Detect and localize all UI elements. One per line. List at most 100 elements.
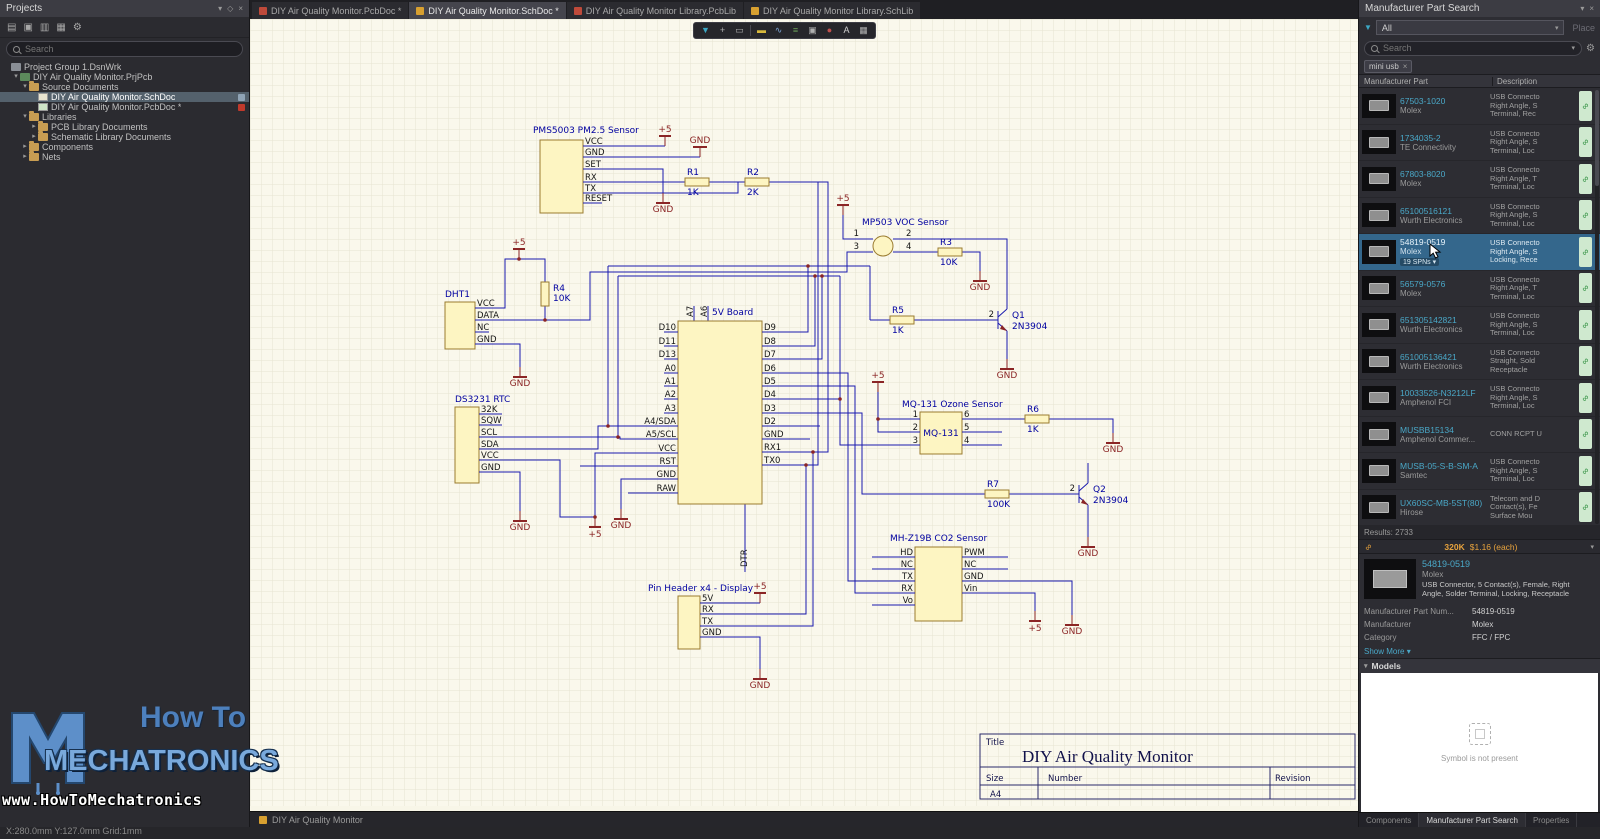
wire-tool-icon[interactable]: ∿ xyxy=(772,23,785,38)
datasheet-link[interactable]: ∞ xyxy=(1579,419,1592,449)
datasheet-link[interactable]: ∞ xyxy=(1579,456,1592,486)
tree-item[interactable]: ▸Schematic Library Documents xyxy=(0,132,249,142)
schematic-editor[interactable]: ▼+▭▬∿≡▣●A▦ PMS5003 PM2.5 SensorVCCGNDSET… xyxy=(250,19,1358,811)
place-button[interactable]: Place xyxy=(1572,23,1595,33)
svg-text:VCC: VCC xyxy=(481,451,499,461)
part-row[interactable]: 651005136421Wurth ElectronicsUSB Connect… xyxy=(1359,344,1600,381)
datasheet-link[interactable]: ∞ xyxy=(1579,200,1592,230)
bus-tool-icon[interactable]: ≡ xyxy=(789,23,802,38)
datasheet-link[interactable]: ∞ xyxy=(1579,346,1592,376)
detail-part-number[interactable]: 54819-0519 xyxy=(1422,559,1572,569)
close-icon[interactable]: × xyxy=(1589,4,1594,13)
field-label: Category xyxy=(1364,633,1472,642)
tree-item[interactable]: ▸Nets xyxy=(0,152,249,162)
tree-item[interactable]: Project Group 1.DsnWrk xyxy=(0,62,249,72)
tree-expand-icon[interactable]: ▾ xyxy=(12,72,20,82)
pin-icon[interactable]: ◇ xyxy=(227,4,233,13)
panel-menu-icon[interactable]: ▾ xyxy=(218,4,222,13)
grid-icon[interactable]: ▦ xyxy=(857,23,870,38)
datasheet-link[interactable]: ∞ xyxy=(1579,164,1592,194)
remove-tag-icon[interactable]: × xyxy=(1403,62,1408,71)
open-document-icon[interactable]: ▣ xyxy=(23,22,32,33)
link-icon: ∞ xyxy=(1580,501,1592,513)
part-row[interactable]: 56579-0576MolexUSB ConnectoRight Angle, … xyxy=(1359,271,1600,308)
show-more-link[interactable]: Show More ▾ xyxy=(1359,645,1600,658)
save-icon[interactable]: ▥ xyxy=(40,22,49,33)
search-tag-chip[interactable]: mini usb × xyxy=(1364,60,1412,73)
part-row[interactable]: 1734035-2TE ConnectivityUSB ConnectoRigh… xyxy=(1359,125,1600,162)
part-row[interactable]: MUSB-05-S-B-SM-ASamtecUSB ConnectoRight … xyxy=(1359,453,1600,490)
document-tab[interactable]: DIY Air Quality Monitor Library.SchLib xyxy=(744,2,920,19)
selection-filter-icon[interactable]: ▼ xyxy=(699,23,712,38)
datasheet-link[interactable]: ∞ xyxy=(1579,237,1592,267)
part-row[interactable]: UX60SC-MB-5ST(80)HiroseTelecom and DCont… xyxy=(1359,490,1600,527)
panel-tab-components[interactable]: Components xyxy=(1359,813,1419,827)
new-document-icon[interactable]: ▤ xyxy=(7,22,16,33)
schematic-canvas[interactable]: PMS5003 PM2.5 SensorVCCGNDSETRXTXRESETDH… xyxy=(250,19,1358,806)
settings-icon[interactable]: ⚙ xyxy=(73,22,82,33)
panel-tab-properties[interactable]: Properties xyxy=(1526,813,1577,827)
net-label-icon[interactable]: ▣ xyxy=(806,23,819,38)
part-search-input[interactable] xyxy=(1383,43,1567,53)
svg-text:GND: GND xyxy=(611,521,632,531)
tree-expand-icon[interactable]: ▸ xyxy=(21,152,29,162)
text-tool-icon[interactable]: A xyxy=(840,23,853,38)
document-tab[interactable]: DIY Air Quality Monitor Library.PcbLib xyxy=(567,2,743,19)
area-select-icon[interactable]: ▭ xyxy=(733,23,746,38)
tree-item[interactable]: ▾DIY Air Quality Monitor.PrjPcb xyxy=(0,72,249,82)
part-row[interactable]: MUSBB15134Amphenol Commer...CONN RCPT U∞ xyxy=(1359,417,1600,454)
tree-expand-icon[interactable]: ▸ xyxy=(30,122,38,132)
move-tool-icon[interactable]: + xyxy=(716,23,729,38)
part-row[interactable]: 65100516121Wurth ElectronicsUSB Connecto… xyxy=(1359,198,1600,235)
svg-text:DS3231 RTC: DS3231 RTC xyxy=(455,395,510,405)
tree-expand-icon[interactable]: ▾ xyxy=(21,82,29,92)
part-row[interactable]: 651305142821Wurth ElectronicsUSB Connect… xyxy=(1359,307,1600,344)
price-bar[interactable]: ∞ 320K $1.16 (each) ▾ xyxy=(1359,539,1600,554)
tree-expand-icon[interactable]: ▾ xyxy=(21,112,29,122)
tree-expand-icon[interactable]: ▸ xyxy=(21,142,29,152)
folder-icon xyxy=(29,83,39,91)
part-row[interactable]: 10033526-N3212LFAmphenol FCIUSB Connecto… xyxy=(1359,380,1600,417)
svg-text:1K: 1K xyxy=(892,326,905,336)
datasheet-link[interactable]: ∞ xyxy=(1579,492,1592,522)
filter-icon[interactable]: ▼ xyxy=(1364,23,1372,32)
datasheet-link[interactable]: ∞ xyxy=(1579,91,1592,121)
datasheet-link[interactable]: ∞ xyxy=(1579,273,1592,303)
svg-text:R4: R4 xyxy=(553,284,565,294)
scrollbar-thumb[interactable] xyxy=(1595,90,1599,186)
detail-field: ManufacturerMolex xyxy=(1364,618,1595,631)
column-description[interactable]: Description xyxy=(1492,77,1600,86)
tree-item[interactable]: DIY Air Quality Monitor.SchDoc xyxy=(0,92,249,102)
link-icon: ∞ xyxy=(1580,465,1592,477)
projects-search-box[interactable] xyxy=(6,41,243,57)
tree-item[interactable]: ▸Components xyxy=(0,142,249,152)
copy-icon[interactable]: ▦ xyxy=(56,22,65,33)
highlight-tool-icon[interactable]: ▬ xyxy=(755,23,768,38)
close-icon[interactable]: × xyxy=(238,4,243,13)
gear-icon[interactable]: ⚙ xyxy=(1586,43,1595,54)
part-row[interactable]: 67503-1020MolexUSB ConnectoRight Angle, … xyxy=(1359,88,1600,125)
panel-tab-manufacturer-part-search[interactable]: Manufacturer Part Search xyxy=(1419,813,1526,827)
part-row[interactable]: 54819-0519Molex19 SPNs ▾USB ConnectoRigh… xyxy=(1359,234,1600,271)
tree-item[interactable]: ▾Source Documents xyxy=(0,82,249,92)
category-dropdown[interactable]: All ▾ xyxy=(1376,20,1565,35)
projects-search-input[interactable] xyxy=(25,44,236,54)
datasheet-link[interactable]: ∞ xyxy=(1579,310,1592,340)
no-erc-icon[interactable]: ● xyxy=(823,23,836,38)
datasheet-link[interactable]: ∞ xyxy=(1579,127,1592,157)
document-tab[interactable]: DIY Air Quality Monitor.PcbDoc * xyxy=(252,2,408,19)
spn-count-badge[interactable]: 19 SPNs ▾ xyxy=(1400,258,1439,266)
tree-item[interactable]: DIY Air Quality Monitor.PcbDoc * xyxy=(0,102,249,112)
scrollbar[interactable] xyxy=(1595,90,1599,524)
document-tab[interactable]: DIY Air Quality Monitor.SchDoc * xyxy=(409,2,565,19)
datasheet-link[interactable]: ∞ xyxy=(1579,383,1592,413)
svg-text:GND: GND xyxy=(510,379,531,389)
part-row[interactable]: 67803-8020MolexUSB ConnectoRight Angle, … xyxy=(1359,161,1600,198)
part-search-box[interactable]: ▾ xyxy=(1364,41,1582,56)
models-section-header[interactable]: ▾ Models xyxy=(1359,658,1600,673)
panel-menu-icon[interactable]: ▾ xyxy=(1580,4,1584,13)
svg-text:2N3904: 2N3904 xyxy=(1012,322,1048,332)
chevron-down-icon[interactable]: ▾ xyxy=(1590,543,1594,551)
chevron-down-icon[interactable]: ▾ xyxy=(1572,44,1576,52)
column-manufacturer-part[interactable]: Manufacturer Part xyxy=(1359,77,1492,86)
